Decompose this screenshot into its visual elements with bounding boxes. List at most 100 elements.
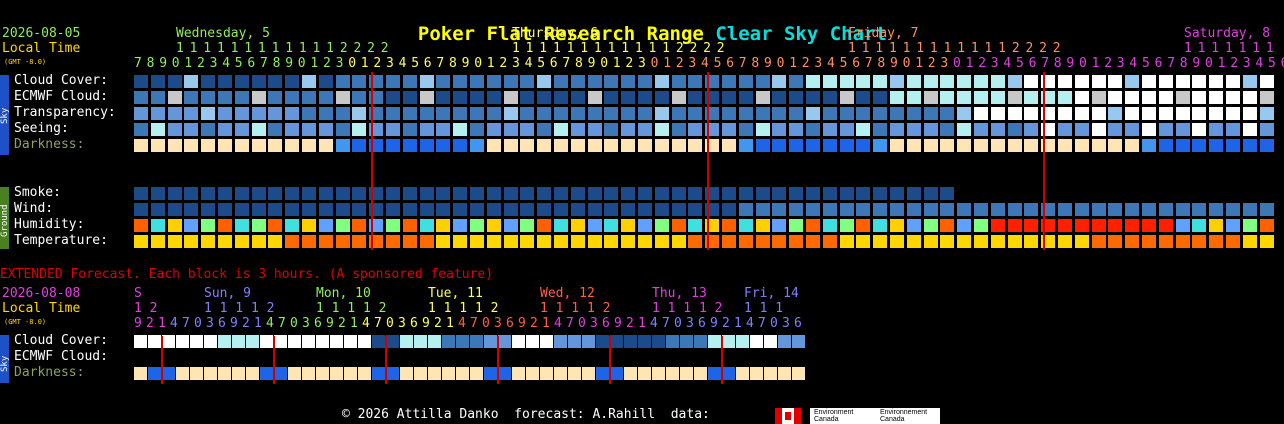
ground-row-block[interactable] bbox=[957, 203, 972, 216]
sky-row-block[interactable] bbox=[234, 107, 249, 120]
ground-row-block[interactable] bbox=[923, 203, 938, 216]
ground-row-block[interactable] bbox=[587, 235, 602, 248]
sky-row-block[interactable] bbox=[1074, 107, 1089, 120]
ground-row-block[interactable] bbox=[520, 203, 535, 216]
ground-row-block[interactable] bbox=[1192, 235, 1207, 248]
sky-row-block[interactable] bbox=[386, 123, 400, 136]
sky-row-block[interactable] bbox=[738, 123, 753, 136]
sky-row-block[interactable] bbox=[621, 107, 636, 120]
sky-row-block[interactable] bbox=[218, 75, 232, 88]
ext-block[interactable] bbox=[736, 367, 749, 380]
sky-row-block[interactable] bbox=[856, 139, 871, 152]
ground-row-block[interactable] bbox=[150, 203, 165, 216]
ext-block[interactable] bbox=[218, 335, 231, 348]
sky-row-block[interactable] bbox=[789, 107, 804, 120]
sky-row-block[interactable] bbox=[1091, 91, 1106, 104]
ground-row-block[interactable] bbox=[1125, 235, 1140, 248]
sky-row-block[interactable] bbox=[1058, 139, 1072, 152]
sky-row-block[interactable] bbox=[1007, 139, 1022, 152]
ext-block[interactable] bbox=[624, 367, 637, 380]
sky-row-block[interactable] bbox=[839, 107, 854, 120]
sky-row-block[interactable] bbox=[386, 91, 400, 104]
sky-row-block[interactable] bbox=[621, 91, 636, 104]
sky-row-block[interactable] bbox=[1125, 91, 1140, 104]
ext-block[interactable] bbox=[484, 335, 497, 348]
ext-block[interactable] bbox=[414, 335, 427, 348]
sky-row-block[interactable] bbox=[251, 91, 266, 104]
sky-row-block[interactable] bbox=[839, 75, 854, 88]
ground-row-block[interactable] bbox=[755, 219, 770, 232]
ground-row-block[interactable] bbox=[285, 219, 300, 232]
ground-row-block[interactable] bbox=[772, 187, 787, 200]
sky-row-block[interactable] bbox=[570, 107, 585, 120]
ground-row-block[interactable] bbox=[1259, 203, 1274, 216]
sky-row-block[interactable] bbox=[789, 75, 804, 88]
ground-row-block[interactable] bbox=[856, 203, 871, 216]
ext-block[interactable] bbox=[512, 335, 525, 348]
sky-row-block[interactable] bbox=[638, 75, 652, 88]
sky-row-block[interactable] bbox=[201, 123, 216, 136]
ext-block[interactable] bbox=[442, 367, 455, 380]
sky-row-block[interactable] bbox=[419, 107, 434, 120]
ground-row-block[interactable] bbox=[201, 235, 216, 248]
sky-row-block[interactable] bbox=[1142, 123, 1156, 136]
ground-row-block[interactable] bbox=[251, 203, 266, 216]
sky-row-block[interactable] bbox=[604, 123, 619, 136]
sky-row-block[interactable] bbox=[822, 123, 837, 136]
sky-row-block[interactable] bbox=[335, 75, 350, 88]
ground-row-block[interactable] bbox=[772, 235, 787, 248]
ground-row-block[interactable] bbox=[990, 203, 1005, 216]
ground-row-block[interactable] bbox=[302, 219, 316, 232]
sky-row-block[interactable] bbox=[167, 139, 182, 152]
ground-row-block[interactable] bbox=[654, 203, 669, 216]
ext-block[interactable] bbox=[750, 335, 763, 348]
sky-row-block[interactable] bbox=[772, 107, 787, 120]
ground-row-block[interactable] bbox=[1175, 235, 1190, 248]
sky-row-block[interactable] bbox=[1108, 107, 1123, 120]
sky-row-block[interactable] bbox=[570, 75, 585, 88]
sky-row-block[interactable] bbox=[923, 139, 938, 152]
sky-row-block[interactable] bbox=[990, 107, 1005, 120]
sky-row-block[interactable] bbox=[890, 107, 904, 120]
ground-row-block[interactable] bbox=[470, 187, 484, 200]
sky-row-block[interactable] bbox=[1158, 123, 1173, 136]
sky-row-block[interactable] bbox=[1175, 91, 1190, 104]
ground-row-block[interactable] bbox=[486, 219, 501, 232]
sky-row-block[interactable] bbox=[738, 139, 753, 152]
sky-row-block[interactable] bbox=[654, 107, 669, 120]
ground-row-block[interactable] bbox=[386, 203, 400, 216]
ground-row-block[interactable] bbox=[503, 219, 518, 232]
sky-row-block[interactable] bbox=[1259, 139, 1274, 152]
sky-row-block[interactable] bbox=[134, 91, 148, 104]
sky-row-block[interactable] bbox=[1209, 123, 1224, 136]
ext-block[interactable] bbox=[540, 335, 553, 348]
ext-block[interactable] bbox=[260, 367, 273, 380]
ground-row-block[interactable] bbox=[352, 219, 367, 232]
sky-row-block[interactable] bbox=[906, 139, 921, 152]
ext-block[interactable] bbox=[680, 335, 693, 348]
ground-row-block[interactable] bbox=[302, 203, 316, 216]
sky-row-block[interactable] bbox=[638, 91, 652, 104]
ground-row-block[interactable] bbox=[453, 219, 468, 232]
sky-row-block[interactable] bbox=[134, 75, 148, 88]
ground-row-block[interactable] bbox=[890, 203, 904, 216]
sky-row-block[interactable] bbox=[621, 123, 636, 136]
ground-row-block[interactable] bbox=[218, 235, 232, 248]
sky-row-block[interactable] bbox=[1242, 91, 1257, 104]
ground-row-block[interactable] bbox=[268, 219, 283, 232]
ext-block[interactable] bbox=[428, 367, 441, 380]
sky-row-block[interactable] bbox=[453, 75, 468, 88]
sky-row-block[interactable] bbox=[352, 139, 367, 152]
ground-row-block[interactable] bbox=[318, 235, 333, 248]
ext-block[interactable] bbox=[344, 335, 357, 348]
sky-row-block[interactable] bbox=[1192, 139, 1207, 152]
sky-row-block[interactable] bbox=[873, 75, 888, 88]
ground-row-block[interactable] bbox=[688, 219, 703, 232]
ground-row-block[interactable] bbox=[570, 219, 585, 232]
ground-row-block[interactable] bbox=[990, 219, 1005, 232]
sky-row-block[interactable] bbox=[554, 75, 568, 88]
sky-row-block[interactable] bbox=[570, 139, 585, 152]
ground-row-block[interactable] bbox=[453, 187, 468, 200]
ext-block[interactable] bbox=[652, 367, 665, 380]
sky-row-block[interactable] bbox=[923, 75, 938, 88]
